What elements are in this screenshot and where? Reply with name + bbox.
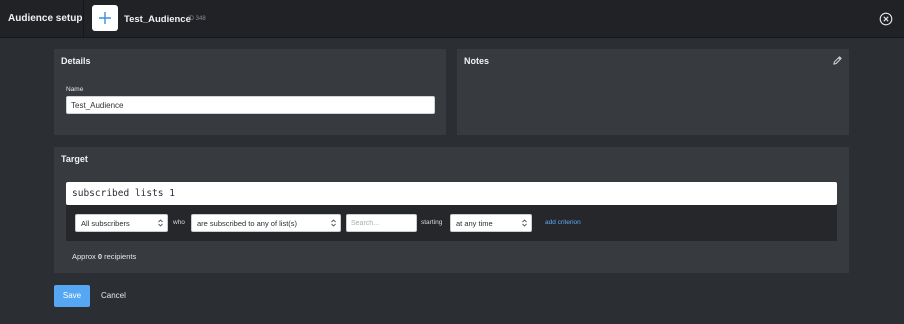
select-arrows-icon [158, 219, 163, 227]
details-panel: Details Name [54, 49, 446, 135]
recipient-estimate: Approx 0 recipients [72, 252, 136, 261]
close-icon[interactable] [879, 12, 893, 26]
subscribers-select-value: All subscribers [81, 219, 130, 228]
notes-panel: Notes [457, 49, 849, 135]
time-range-value: at any time [456, 219, 493, 228]
list-search-input[interactable] [346, 214, 417, 232]
audience-name: Test_Audience [124, 14, 191, 25]
plus-icon [99, 12, 111, 24]
add-criterion-link[interactable]: add criterion [545, 219, 581, 226]
criterion-row: All subscribers who are subscribed to an… [66, 205, 837, 241]
save-button[interactable]: Save [54, 285, 90, 307]
approx-prefix: Approx [72, 252, 96, 261]
audience-avatar[interactable] [92, 5, 118, 31]
audience-id: ID 348 [188, 16, 206, 22]
approx-suffix: recipients [104, 252, 137, 261]
notes-title: Notes [464, 56, 490, 66]
subscription-mode-select[interactable]: are subscribed to any of list(s) [191, 214, 341, 232]
select-arrows-icon [331, 219, 336, 227]
starting-label: starting [421, 219, 443, 226]
approx-count: 0 [97, 252, 103, 261]
select-arrows-icon [522, 219, 527, 227]
pencil-icon[interactable] [832, 55, 843, 66]
header-divider [83, 0, 84, 38]
target-panel: Target subscribed lists 1 All subscriber… [54, 147, 849, 273]
subscription-mode-value: are subscribed to any of list(s) [197, 219, 298, 228]
who-label: who [173, 219, 185, 226]
page-title: Audience setup [8, 13, 83, 24]
name-input[interactable] [66, 96, 435, 114]
target-title: Target [61, 154, 88, 164]
time-range-select[interactable]: at any time [450, 214, 532, 232]
cancel-button[interactable]: Cancel [101, 285, 126, 307]
details-title: Details [61, 56, 91, 66]
subscribers-select[interactable]: All subscribers [75, 214, 168, 232]
app-header: Audience setup Test_Audience ID 348 [0, 0, 904, 38]
query-editor[interactable]: subscribed lists 1 [66, 182, 837, 205]
name-label: Name [66, 86, 84, 93]
